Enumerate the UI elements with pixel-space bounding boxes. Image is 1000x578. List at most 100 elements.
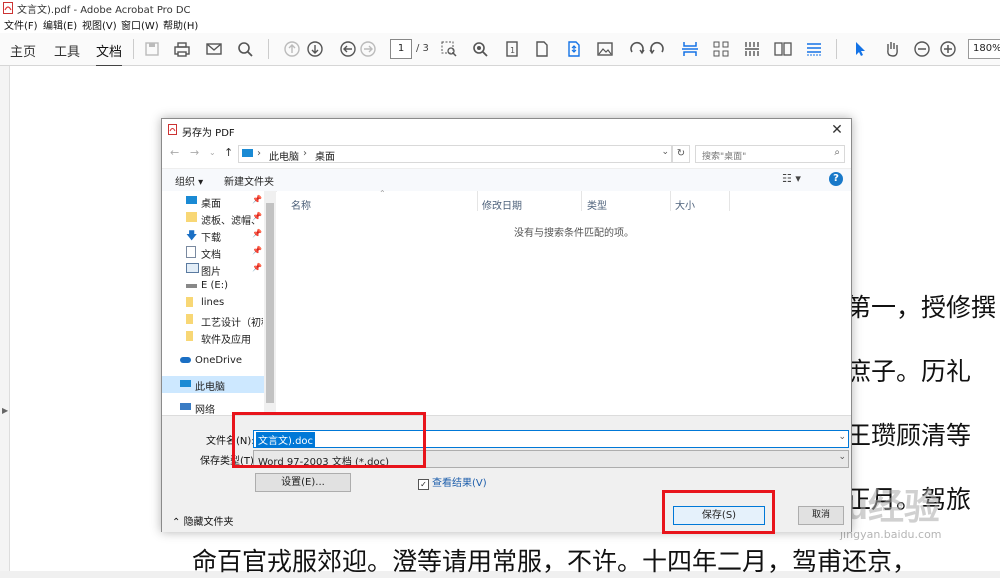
forward-icon[interactable] [358, 39, 378, 59]
zoom-icon[interactable] [470, 39, 490, 59]
column-divider[interactable] [477, 191, 478, 211]
column-name[interactable]: 名称 [291, 197, 311, 212]
thumbnails-icon[interactable] [742, 39, 762, 59]
desktop-icon [186, 196, 197, 204]
email-icon[interactable] [204, 39, 224, 59]
toolbar-divider [133, 39, 134, 59]
hand-icon[interactable] [882, 39, 902, 59]
menu-window[interactable]: 窗口(W) [121, 17, 159, 32]
breadcrumb-desktop[interactable]: 桌面 [315, 148, 335, 163]
breadcrumb-this-pc[interactable]: 此电脑 [269, 148, 299, 163]
column-divider[interactable] [581, 191, 582, 211]
nav-item-label: lines [201, 297, 225, 308]
print-icon[interactable] [172, 39, 192, 59]
chevron-down-icon[interactable]: ⌄ [838, 432, 846, 442]
left-panel-collapsed[interactable]: ▶ [0, 66, 10, 571]
new-folder-button[interactable]: 新建文件夹 [224, 173, 274, 188]
tab-home[interactable]: 主页 [10, 41, 36, 60]
organize-menu[interactable]: 组织 ▾ [175, 173, 203, 188]
scroll-icon[interactable] [804, 39, 824, 59]
forward-arrow-icon[interactable]: → [190, 146, 199, 159]
toolbar: 主页 工具 文档 1 / 3 1 180% [0, 33, 1000, 67]
computer-icon [242, 149, 253, 157]
nav-item-label: 此电脑 [195, 382, 225, 393]
column-divider[interactable] [670, 191, 671, 211]
page-icon[interactable] [532, 39, 552, 59]
nav-item-this-pc[interactable]: 此电脑 [162, 376, 264, 393]
prev-page-icon[interactable] [282, 39, 302, 59]
rotate-ccw-icon[interactable] [647, 39, 667, 59]
split-icon[interactable] [680, 39, 700, 59]
nav-item-desktop[interactable]: 桌面 📌 [162, 193, 264, 210]
nav-item-downloads[interactable]: 🡇 下载 📌 [162, 227, 264, 244]
nav-item-folder[interactable]: lines [162, 295, 264, 312]
chevron-down-icon[interactable]: ⌄ [838, 452, 846, 462]
nav-item-documents[interactable]: 文档 📌 [162, 244, 264, 261]
chevron-down-icon[interactable]: ⌄ [661, 147, 669, 157]
next-page-icon[interactable] [305, 39, 325, 59]
expand-arrow-icon[interactable]: ▶ [2, 406, 8, 415]
tab-document[interactable]: 文档 [96, 41, 123, 67]
address-bar[interactable]: › 此电脑 › 桌面 ⌄ [238, 145, 672, 163]
settings-button[interactable]: 设置(E)... [255, 473, 351, 492]
hide-folders-toggle[interactable]: ⌃ 隐藏文件夹 [172, 513, 234, 528]
search-input[interactable]: 搜索"桌面" ⌕ [695, 145, 845, 163]
view-options-icon[interactable]: ☷ ▾ [782, 172, 801, 185]
folder-icon [186, 314, 193, 324]
close-icon[interactable]: ✕ [827, 120, 847, 140]
nav-item-drive-e[interactable]: E (E:) [162, 278, 264, 295]
menu-edit[interactable]: 编辑(E) [43, 17, 77, 32]
marquee-zoom-icon[interactable] [439, 39, 459, 59]
cloud-icon [180, 357, 191, 363]
back-icon[interactable] [338, 39, 358, 59]
menu-help[interactable]: 帮助(H) [163, 17, 198, 32]
column-divider[interactable] [729, 191, 730, 211]
refresh-icon[interactable]: ↻ [672, 145, 690, 163]
back-arrow-icon[interactable]: ← [170, 146, 179, 159]
menu-view[interactable]: 视图(V) [82, 17, 117, 32]
up-arrow-icon[interactable]: ↑ [224, 146, 233, 159]
nav-item-folder[interactable]: 工艺设计（初稿 [162, 312, 264, 329]
single-page-icon[interactable]: 1 [502, 39, 522, 59]
help-icon[interactable]: ? [829, 172, 843, 186]
rotate-cw-icon[interactable] [627, 39, 647, 59]
search-icon[interactable] [235, 39, 255, 59]
grid-icon[interactable] [711, 39, 731, 59]
column-date-modified[interactable]: 修改日期 [482, 197, 522, 212]
window-title: 文言文).pdf - Adobe Acrobat Pro DC [17, 5, 191, 16]
nav-item-pictures[interactable]: 图片 📌 [162, 261, 264, 278]
nav-item-label: E (E:) [201, 280, 228, 291]
fit-page-icon[interactable] [564, 39, 584, 59]
nav-scrollbar[interactable] [264, 191, 276, 415]
view-results-label: 查看结果(V) [432, 478, 487, 489]
address-row: ← → ⌄ ↑ › 此电脑 › 桌面 ⌄ ↻ 搜索"桌面" ⌕ [162, 143, 851, 165]
pdf-file-icon [3, 2, 13, 14]
zoom-level-input[interactable]: 180% [968, 39, 1000, 59]
column-type[interactable]: 类型 [587, 197, 607, 212]
nav-item-folder[interactable]: 滤板、滤帽、 📌 [162, 210, 264, 227]
recent-locations-icon[interactable]: ⌄ [209, 148, 216, 157]
zoom-out-icon[interactable] [912, 39, 932, 59]
page-total: / 3 [416, 43, 429, 54]
cancel-button[interactable]: 取消 [798, 506, 844, 525]
scrollbar-thumb[interactable] [266, 203, 274, 403]
select-icon[interactable] [850, 39, 870, 59]
folder-icon [186, 331, 193, 341]
column-size[interactable]: 大小 [675, 197, 695, 212]
zoom-in-icon[interactable] [938, 39, 958, 59]
sort-arrow-icon: ⌃ [379, 189, 386, 198]
menu-file[interactable]: 文件(F) [4, 17, 38, 32]
nav-item-label: 工艺设计（初稿 [201, 318, 263, 329]
nav-item-folder[interactable]: 软件及应用 [162, 329, 264, 346]
save-icon[interactable] [142, 39, 162, 59]
page-number-input[interactable]: 1 [390, 39, 412, 59]
image-icon[interactable] [595, 39, 615, 59]
search-placeholder: 搜索"桌面" [702, 152, 747, 162]
view-results-checkbox[interactable]: ✓ 查看结果(V) [418, 474, 487, 490]
dialog-title: 另存为 PDF [182, 128, 235, 139]
navigation-pane: 桌面 📌 滤板、滤帽、 📌 🡇 下载 📌 文档 📌 图片 📌 E (E:) li… [162, 191, 276, 416]
two-page-icon[interactable] [773, 39, 793, 59]
tab-tools[interactable]: 工具 [54, 41, 80, 60]
nav-item-onedrive[interactable]: OneDrive [162, 353, 264, 370]
checkbox-checked-icon[interactable]: ✓ [418, 479, 429, 490]
